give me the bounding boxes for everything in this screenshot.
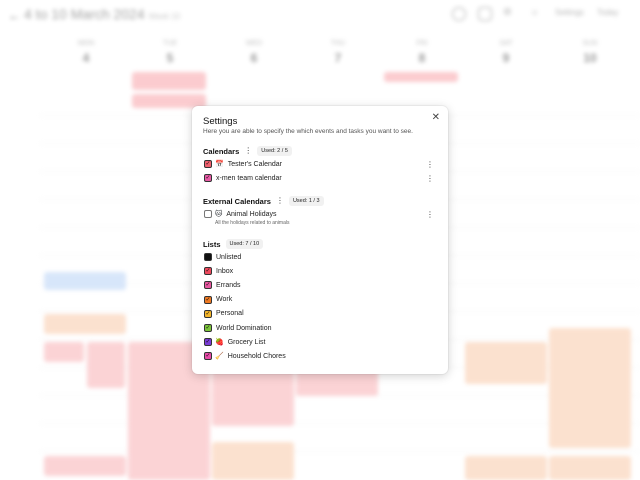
sun-icon[interactable]: ☼ bbox=[530, 7, 544, 21]
day-number: 4 bbox=[82, 51, 90, 65]
day-header[interactable]: TUE 5 bbox=[128, 40, 212, 65]
day-header[interactable]: SUN 10 bbox=[548, 40, 632, 65]
event-block[interactable] bbox=[549, 328, 631, 448]
day-header[interactable]: FRI 8 bbox=[380, 40, 464, 65]
day-number: 7 bbox=[334, 51, 342, 65]
day-header[interactable]: MON 4 bbox=[44, 40, 128, 65]
checkbox[interactable]: ✓ bbox=[204, 352, 212, 361]
checkbox[interactable]: ✓ bbox=[204, 281, 212, 290]
external-calendars-menu-icon[interactable]: ⋮ bbox=[276, 197, 284, 205]
more-options-icon[interactable]: ⋮ bbox=[426, 210, 434, 219]
event-block[interactable] bbox=[384, 72, 458, 82]
checkbox[interactable]: ✓ bbox=[204, 324, 212, 332]
event-block[interactable] bbox=[87, 342, 125, 388]
calendars-menu-icon[interactable]: ⋮ bbox=[244, 147, 252, 155]
emoji-icon: 📅 bbox=[215, 161, 224, 168]
day-name: SUN bbox=[582, 40, 598, 47]
item-subtitle: All the holidays related to animals bbox=[215, 219, 290, 226]
external-calendars-usage-badge: Used: 1 / 3 bbox=[288, 196, 324, 206]
list-item[interactable]: ✓ Unlisted bbox=[204, 251, 434, 263]
checkbox[interactable]: ✓ bbox=[204, 160, 212, 168]
checkbox[interactable]: ✓ bbox=[204, 174, 212, 182]
day-number: 9 bbox=[502, 51, 510, 65]
emoji-icon: 🐱 bbox=[215, 211, 223, 218]
list-item[interactable]: ✓ World Domination bbox=[204, 322, 434, 334]
event-block[interactable] bbox=[212, 370, 294, 426]
date-range-title: 4 to 10 March 2024 Week 10 bbox=[24, 6, 181, 22]
day-header[interactable]: SAT 9 bbox=[464, 40, 548, 65]
item-label: Grocery List bbox=[227, 338, 266, 346]
day-name: SAT bbox=[499, 40, 513, 47]
day-name: TUE bbox=[163, 40, 177, 47]
list-item[interactable]: ✓ Inbox bbox=[204, 265, 434, 277]
emoji-icon: 🧹 bbox=[215, 353, 224, 361]
item-label: Animal Holidays bbox=[226, 210, 277, 218]
modal-description: Here you are able to specify the which e… bbox=[203, 128, 413, 135]
event-block[interactable] bbox=[465, 456, 547, 480]
day-name: FRI bbox=[416, 40, 428, 47]
list-item[interactable]: ✓ Errands bbox=[204, 279, 434, 291]
calendars-title: Calendars bbox=[203, 146, 240, 156]
list-item[interactable]: ✓ 🍓 Grocery List bbox=[204, 336, 434, 348]
item-label: Errands bbox=[216, 281, 241, 289]
emoji-icon: 🍓 bbox=[215, 339, 224, 347]
list-item[interactable]: ✓ x-men team calendar ⋮ bbox=[204, 172, 434, 184]
item-label: World Domination bbox=[216, 324, 272, 332]
item-label: Work bbox=[216, 296, 233, 304]
day-number: 5 bbox=[166, 51, 174, 65]
checkbox[interactable]: ✓ bbox=[204, 267, 212, 276]
calendars-section-header: Calendars ⋮ Used: 2 / 5 bbox=[203, 146, 292, 156]
day-name: MON bbox=[77, 40, 95, 47]
settings-button[interactable]: Settings bbox=[555, 8, 584, 17]
settings-modal: Settings ✕ Here you are able to specify … bbox=[192, 106, 448, 374]
day-number: 6 bbox=[250, 51, 258, 65]
external-calendars-section-header: External Calendars ⋮ Used: 1 / 3 bbox=[203, 196, 324, 206]
more-options-icon[interactable]: ⋮ bbox=[426, 174, 434, 183]
calendar-toolbar: ← 4 to 10 March 2024 Week 10 ⚙ ☼ Settings… bbox=[0, 0, 640, 30]
external-calendars-title: External Calendars bbox=[203, 196, 271, 206]
day-number: 8 bbox=[418, 51, 426, 65]
event-block[interactable] bbox=[44, 272, 126, 290]
day-number: 10 bbox=[583, 51, 597, 65]
day-name: THU bbox=[330, 40, 346, 47]
checkbox[interactable]: ✓ bbox=[204, 338, 212, 347]
event-block[interactable] bbox=[132, 72, 206, 90]
item-label: Inbox bbox=[216, 267, 234, 275]
list-item[interactable]: ✓ Personal bbox=[204, 308, 434, 320]
close-icon[interactable]: ✕ bbox=[432, 112, 440, 123]
list-item[interactable]: ✓ 📅 Tester's Calendar ⋮ bbox=[204, 158, 434, 170]
day-header[interactable]: THU 7 bbox=[296, 40, 380, 65]
more-options-icon[interactable]: ⋮ bbox=[426, 160, 434, 169]
item-subtitle-row: All the holidays related to animals bbox=[204, 219, 434, 226]
item-label: Tester's Calendar bbox=[227, 160, 282, 168]
item-label: Personal bbox=[216, 310, 244, 318]
lists-usage-badge: Used: 7 / 10 bbox=[225, 239, 264, 249]
lists-section-header: Lists Used: 7 / 10 bbox=[203, 239, 264, 249]
event-block[interactable] bbox=[465, 342, 547, 384]
gear-icon[interactable]: ⚙ bbox=[503, 7, 517, 21]
checkbox[interactable]: ✓ bbox=[204, 309, 212, 318]
list-item[interactable]: ✓ 🧹 Household Chores bbox=[204, 350, 434, 362]
list-item[interactable]: ✓ Work bbox=[204, 294, 434, 306]
day-header[interactable]: WED 6 bbox=[212, 40, 296, 65]
event-block[interactable] bbox=[44, 456, 126, 476]
day-name: WED bbox=[245, 40, 263, 47]
item-label: x-men team calendar bbox=[216, 174, 282, 182]
modal-title: Settings bbox=[203, 116, 238, 127]
circle-icon[interactable] bbox=[452, 7, 466, 21]
checkbox[interactable]: ✓ bbox=[204, 253, 212, 261]
calendar-icon[interactable] bbox=[478, 7, 492, 21]
event-block[interactable] bbox=[212, 442, 294, 480]
event-block[interactable] bbox=[549, 456, 631, 480]
checkbox[interactable] bbox=[204, 210, 212, 218]
calendars-usage-badge: Used: 2 / 5 bbox=[257, 146, 292, 156]
event-block[interactable] bbox=[44, 342, 84, 362]
checkbox[interactable]: ✓ bbox=[204, 295, 212, 304]
item-label: Unlisted bbox=[216, 253, 242, 261]
item-label: Household Chores bbox=[227, 352, 286, 360]
event-block[interactable] bbox=[44, 314, 126, 334]
today-button[interactable]: Today bbox=[597, 8, 618, 17]
back-arrow-icon[interactable]: ← bbox=[8, 8, 21, 23]
lists-title: Lists bbox=[203, 239, 221, 249]
